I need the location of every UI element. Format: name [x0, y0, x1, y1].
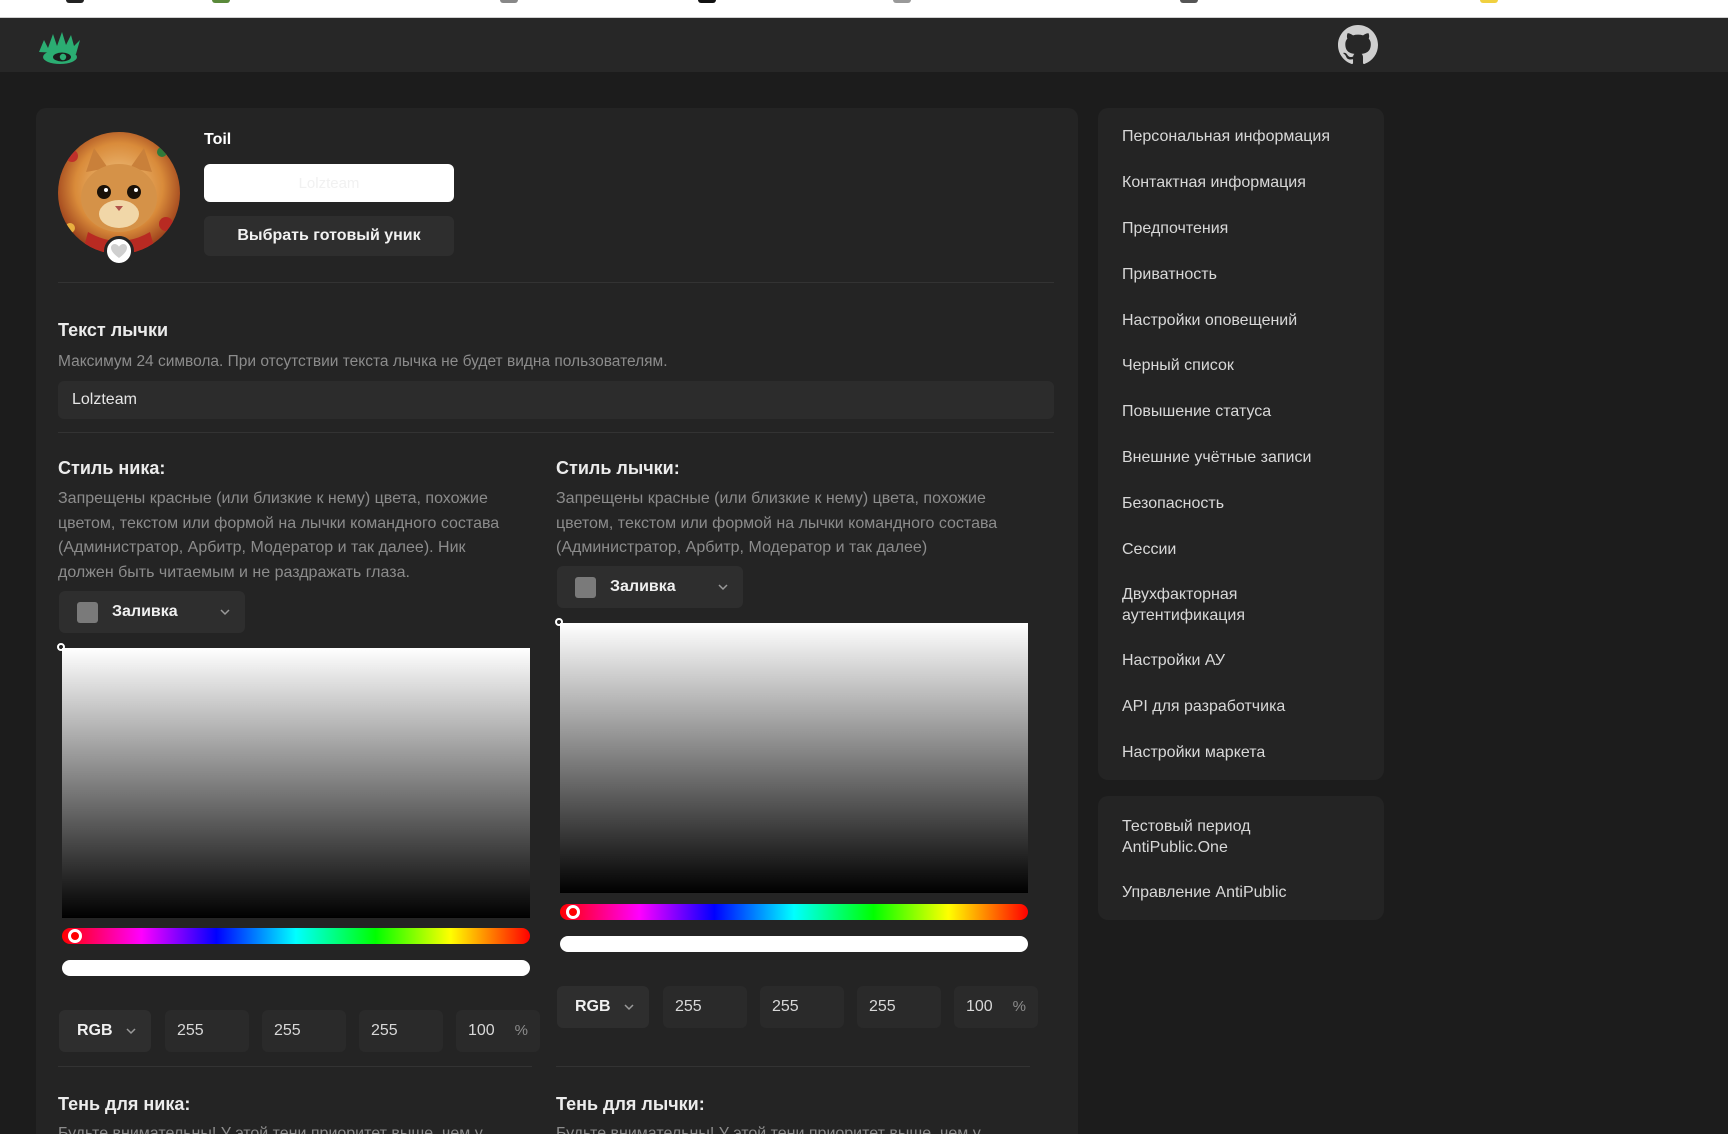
- percent-unit: %: [1012, 998, 1026, 1015]
- nick-fill-label: Заливка: [112, 603, 178, 620]
- chevron-down-icon: [126, 1028, 136, 1035]
- nick-blue-input[interactable]: 255: [359, 1010, 443, 1052]
- badge-green-input[interactable]: 255: [760, 986, 844, 1028]
- settings-sidebar: Персональная информация Контактная инфор…: [1098, 108, 1384, 780]
- badge-alpha-input[interactable]: 100 %: [954, 986, 1038, 1028]
- badge-fill-label: Заливка: [610, 578, 676, 595]
- nick-shadow-title: Тень для ника:: [58, 1094, 191, 1114]
- sidebar-item-blacklist[interactable]: Черный список: [1122, 355, 1362, 376]
- divider: [556, 1066, 1030, 1067]
- pick-unik-button[interactable]: Выбрать готовый уник: [204, 216, 454, 256]
- percent-unit: %: [514, 1022, 528, 1039]
- sidebar-item-developer-api[interactable]: API для разработчика: [1122, 696, 1362, 717]
- username: Toil: [204, 131, 232, 148]
- nick-color-mode-select[interactable]: RGB: [59, 1010, 151, 1052]
- sidebar-item-status-upgrade[interactable]: Повышение статуса: [1122, 401, 1362, 422]
- badge-blue-input[interactable]: 255: [857, 986, 941, 1028]
- avatar-badge[interactable]: [104, 236, 134, 266]
- nick-style-hint: Запрещены красные (или близкие к нему) ц…: [58, 490, 500, 581]
- site-header: [0, 18, 1728, 72]
- sidebar-item-security[interactable]: Безопасность: [1122, 493, 1362, 514]
- badge-color-handle[interactable]: [555, 618, 563, 626]
- badge-text-title: Текст лычки: [58, 320, 169, 340]
- chevron-down-icon: [624, 1004, 634, 1011]
- sidebar-item-market-settings[interactable]: Настройки маркета: [1122, 742, 1362, 763]
- bookmark-icon[interactable]: [500, 0, 518, 3]
- badge-style-hint: Запрещены красные (или близкие к нему) ц…: [556, 490, 998, 556]
- nick-alpha-value: 100: [468, 1022, 495, 1039]
- badge-style-title: Стиль лычки:: [556, 458, 680, 478]
- bookmark-icon[interactable]: [698, 0, 716, 3]
- badge-hue-slider[interactable]: [560, 904, 1028, 920]
- bookmark-icon[interactable]: [212, 0, 230, 3]
- badge-hue-handle[interactable]: [566, 905, 580, 919]
- nick-color-handle[interactable]: [57, 643, 65, 651]
- bookmark-icon[interactable]: [893, 0, 911, 3]
- sidebar-item-preferences[interactable]: Предпочтения: [1122, 218, 1362, 239]
- nick-shadow-hint: Будьте внимательны! У этой тени приорите…: [58, 1125, 483, 1134]
- badge-fill-select[interactable]: Заливка: [557, 566, 743, 608]
- sidebar-item-personal[interactable]: Персональная информация: [1122, 126, 1362, 147]
- antipublic-sidebar: Тестовый период AntiPublic.One Управлени…: [1098, 796, 1384, 920]
- fill-swatch: [575, 577, 596, 598]
- nick-color-saturation-area[interactable]: [57, 643, 530, 918]
- nick-red-input[interactable]: 255: [165, 1010, 249, 1052]
- sidebar-item-privacy[interactable]: Приватность: [1122, 264, 1362, 285]
- badge-text-hint: Максимум 24 символа. При отсутствии текс…: [58, 353, 668, 370]
- bookmark-icon[interactable]: [66, 0, 84, 3]
- bookmark-icon[interactable]: [1480, 0, 1498, 3]
- badge-alpha-value: 100: [966, 998, 993, 1015]
- sidebar-item-two-factor[interactable]: Двухфакторная аутентификация: [1122, 584, 1272, 626]
- badge-color-mode-select[interactable]: RGB: [557, 986, 649, 1028]
- sidebar-item-sessions[interactable]: Сессии: [1122, 539, 1362, 560]
- sidebar-item-external-accounts[interactable]: Внешние учётные записи: [1122, 447, 1362, 468]
- browser-bookmarks-bar: [0, 0, 1728, 18]
- nick-hue-handle[interactable]: [68, 929, 82, 943]
- badge-shadow-title: Тень для лычки:: [556, 1094, 705, 1114]
- chevron-down-icon: [718, 584, 728, 591]
- nick-mode-label: RGB: [77, 1022, 113, 1039]
- badge-text-input[interactable]: Lolzteam: [58, 381, 1054, 419]
- badge-mode-label: RGB: [575, 998, 611, 1015]
- username-input[interactable]: [204, 164, 454, 202]
- divider: [58, 1066, 532, 1067]
- sidebar-item-contact[interactable]: Контактная информация: [1122, 172, 1362, 193]
- sidebar-item-antipublic-manage[interactable]: Управление AntiPublic: [1122, 882, 1362, 903]
- sidebar-item-notifications[interactable]: Настройки оповещений: [1122, 310, 1362, 331]
- badge-red-input[interactable]: 255: [663, 986, 747, 1028]
- github-icon[interactable]: [1338, 25, 1378, 65]
- badge-alpha-slider[interactable]: [560, 936, 1028, 952]
- nick-alpha-input[interactable]: 100 %: [456, 1010, 540, 1052]
- nick-green-input[interactable]: 255: [262, 1010, 346, 1052]
- fill-swatch: [77, 602, 98, 623]
- nick-alpha-slider[interactable]: [62, 960, 530, 976]
- nick-fill-select[interactable]: Заливка: [59, 591, 245, 633]
- chevron-down-icon: [220, 609, 230, 616]
- divider: [58, 432, 1054, 433]
- badge-shadow-hint: Будьте внимательны! У этой тени приорите…: [556, 1125, 981, 1134]
- sidebar-item-antipublic-trial[interactable]: Тестовый период AntiPublic.One: [1122, 816, 1262, 858]
- sidebar-item-au-settings[interactable]: Настройки АУ: [1122, 650, 1362, 671]
- divider: [58, 282, 1054, 283]
- nick-hue-slider[interactable]: [62, 928, 530, 944]
- lolz-logo-icon[interactable]: [36, 26, 84, 66]
- bookmark-icon[interactable]: [1180, 0, 1198, 3]
- badge-color-saturation-area[interactable]: [555, 618, 1028, 893]
- nick-style-title: Стиль ника:: [58, 458, 166, 478]
- heart-icon: [111, 244, 127, 258]
